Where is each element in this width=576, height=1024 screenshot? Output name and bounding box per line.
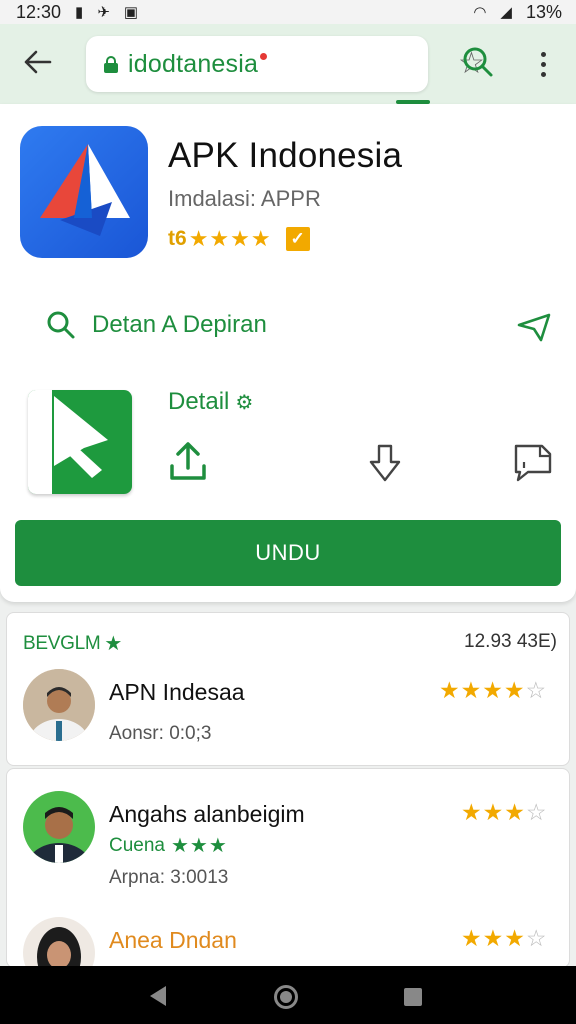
notification-dot	[260, 52, 268, 60]
search-icon[interactable]	[462, 46, 496, 80]
reviewer-name: Anea Dndan	[109, 927, 237, 953]
review-sub-label: Cuena	[109, 834, 165, 856]
status-bar: 12:30 ▮ ✈ ▣ ◠ ◢ 13%	[0, 0, 576, 24]
send-icon[interactable]	[516, 312, 552, 342]
star-icon: ★	[104, 633, 123, 655]
review-stars-filled: ★★★★	[439, 677, 526, 703]
app-card: APK Indonesia Imdalasi: APPR t6 ★★★★ ✓ D…	[0, 104, 576, 602]
review-subtitle: Cuena ★★★	[109, 833, 228, 858]
reviewer-name: Angahs alanbeigim	[109, 801, 305, 827]
avatar[interactable]	[23, 669, 95, 741]
app-rating: t6 ★★★★ ✓	[168, 226, 310, 252]
review-stars-empty: ☆	[525, 677, 548, 703]
download-button[interactable]: UNDU	[15, 520, 561, 586]
avatar[interactable]	[23, 917, 95, 967]
lock-icon	[104, 56, 118, 73]
download-icon[interactable]	[368, 442, 402, 484]
review-stars-filled: ★★★	[461, 799, 526, 825]
review-stars-filled: ★★★	[461, 925, 526, 951]
app-secondary-icon[interactable]	[28, 390, 132, 494]
more-vert-icon[interactable]	[528, 44, 558, 84]
reviews-header: BEVGLM ★	[23, 631, 122, 656]
search-icon	[47, 311, 75, 339]
app-developer[interactable]: Imdalasi: APPR	[168, 186, 321, 212]
wifi-icon: ◠	[473, 4, 487, 21]
search-link[interactable]: Detan A Depiran	[46, 310, 267, 340]
alarm-icon: ✈	[97, 4, 110, 21]
reviews-card: BEVGLM ★ 12.93 43E) APN Indesaa Aonsr: 0…	[6, 612, 570, 766]
back-arrow-icon[interactable]	[18, 42, 58, 82]
feedback-icon[interactable]	[512, 442, 554, 484]
review-stars: ★★★★☆	[439, 677, 547, 704]
detail-label: Detail	[168, 388, 230, 415]
review-stars-empty: ☆	[525, 799, 548, 825]
rating-text: t6	[168, 227, 187, 250]
address-bar[interactable]: idodtanesia ☆	[86, 36, 485, 92]
search-link-label: Detan A Depiran	[92, 311, 267, 338]
nav-back-icon[interactable]	[150, 986, 166, 1006]
notification-icon: ▮	[75, 4, 84, 21]
detail-title[interactable]: Detail ⚙	[168, 388, 253, 416]
gear-icon: ⚙	[235, 391, 254, 414]
signal-icon: ◢	[500, 4, 512, 21]
reviewer-name: APN Indesaa	[109, 679, 245, 705]
system-nav-bar	[0, 966, 576, 1024]
review-date: Aonsr: 0:0;3	[109, 723, 212, 744]
share-icon[interactable]	[168, 440, 208, 482]
review-count: 12.93 43E)	[464, 631, 557, 652]
review-stars: ★★★☆	[461, 799, 547, 826]
verified-check-icon: ✓	[285, 227, 310, 251]
reviews-header-label: BEVGLM	[23, 632, 101, 654]
status-time: 12:30	[16, 1, 62, 22]
nav-recent-apps-icon[interactable]	[404, 988, 422, 1006]
review-stars: ★★★☆	[461, 925, 547, 952]
app-logo-icon[interactable]	[20, 126, 148, 258]
avatar[interactable]	[23, 791, 95, 863]
reviews-card-2: Angahs alanbeigim Cuena ★★★ Arpna: 3:001…	[6, 768, 570, 968]
battery-text: 13%	[525, 1, 562, 22]
review-date: Arpna: 3:0013	[109, 867, 229, 888]
review-stars-empty: ☆	[525, 925, 548, 951]
nav-home-icon[interactable]	[274, 985, 298, 1009]
url-text: idodtanesia	[128, 49, 259, 78]
browser-toolbar: idodtanesia ☆	[0, 24, 576, 104]
image-icon: ▣	[123, 4, 139, 21]
review-sub-stars: ★★★	[171, 835, 228, 857]
rating-stars: ★★★★	[188, 226, 272, 251]
app-title: APK Indonesia	[168, 136, 403, 175]
